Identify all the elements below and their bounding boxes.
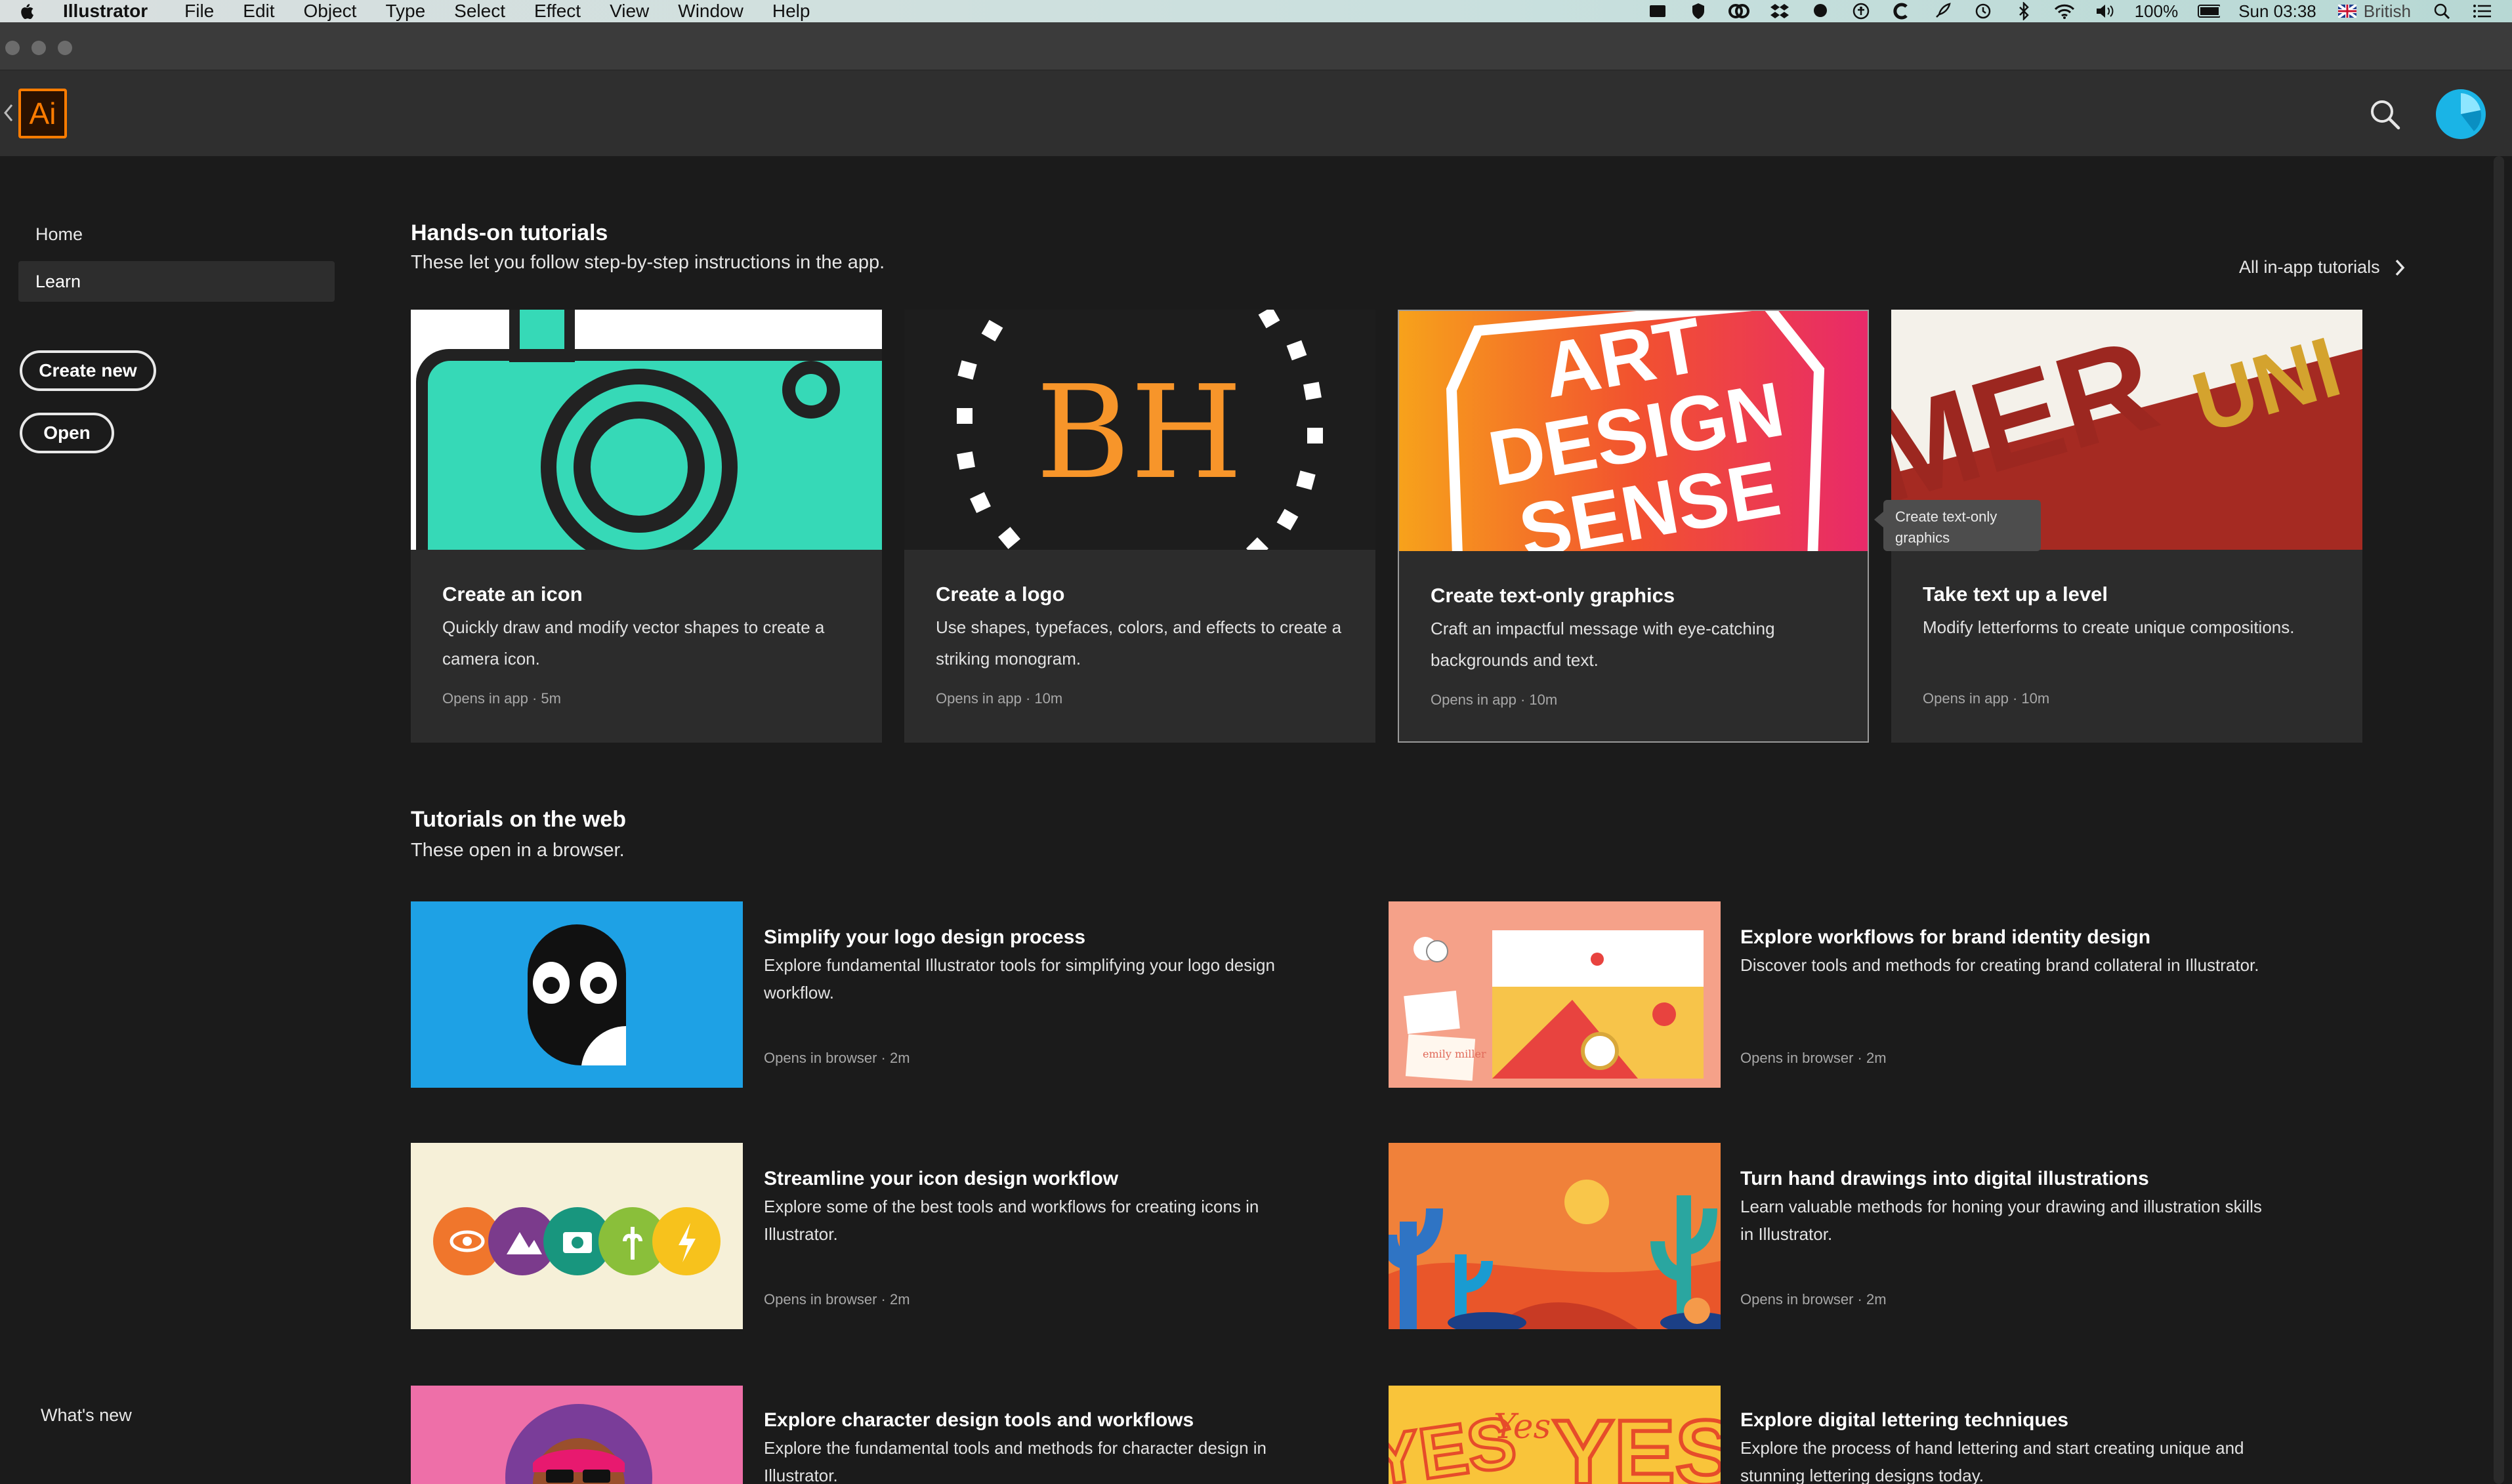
whats-new-link[interactable]: What's new	[41, 1405, 132, 1426]
tutorial-card-create-logo[interactable]: BH Create a logo Use shapes, typefaces, …	[904, 310, 1375, 743]
hands-on-title: Hands-on tutorials	[411, 220, 608, 245]
battery-percent: 100%	[2134, 1, 2179, 21]
card-meta: Opens in app · 5m	[442, 690, 561, 707]
web-item-meta: Opens in browser · 2m	[1740, 1050, 1887, 1066]
card-meta: Opens in app · 10m	[1431, 691, 1558, 708]
chevron-left-icon[interactable]	[3, 101, 14, 125]
web-item-description: Explore the fundamental tools and method…	[764, 1438, 1267, 1484]
shield-icon[interactable]	[1687, 1, 1709, 21]
art-design-sense-thumbnail: ART DESIGN SENSE	[1399, 311, 1868, 551]
dropbox-icon[interactable]	[1769, 1, 1791, 21]
web-item-description: Discover tools and methods for creating …	[1740, 955, 2259, 975]
lettering-yes-thumbnail[interactable]: YES Yes YES	[1389, 1386, 1721, 1484]
card-description: Quickly draw and modify vector shapes to…	[442, 617, 825, 669]
sidebar-item-home[interactable]: Home	[35, 224, 83, 245]
card-title: Create an icon	[442, 583, 583, 606]
minimize-window-button[interactable]	[31, 41, 46, 55]
create-new-button[interactable]: Create new	[20, 350, 156, 391]
card-description: Use shapes, typefaces, colors, and effec…	[936, 617, 1342, 669]
hands-on-subtitle: These let you follow step-by-step instru…	[411, 252, 885, 273]
card-meta: Opens in app · 10m	[936, 690, 1063, 707]
bluetooth-icon[interactable]	[2013, 1, 2035, 21]
web-item-description: Learn valuable methods for honing your d…	[1740, 1197, 2262, 1244]
owl-logo-thumbnail[interactable]	[411, 901, 743, 1088]
clock[interactable]: Sun 03:38	[2238, 1, 2316, 22]
menu-view[interactable]: View	[610, 1, 649, 22]
card-description: Modify letterforms to create unique comp…	[1923, 617, 2295, 637]
svg-text:Yes: Yes	[1494, 1407, 1551, 1447]
illustrator-logo[interactable]: Ai	[18, 89, 67, 138]
menu-object[interactable]: Object	[304, 1, 357, 22]
time-machine-icon[interactable]	[1972, 1, 1994, 21]
bh-monogram-text: BH	[1036, 358, 1243, 508]
web-tutorials-title: Tutorials on the web	[411, 807, 627, 832]
menu-effect[interactable]: Effect	[534, 1, 581, 22]
window-titlebar	[0, 22, 2512, 71]
web-item-title[interactable]: Explore workflows for brand identity des…	[1740, 926, 2150, 949]
notification-center-icon[interactable]	[2471, 1, 2494, 21]
scrollbar[interactable]	[2494, 156, 2504, 1484]
close-window-button[interactable]	[5, 41, 20, 55]
avatar[interactable]	[2436, 89, 2486, 139]
web-item-meta: Opens in browser · 2m	[764, 1050, 910, 1066]
thumb-emily-miller: emily miller	[1423, 1048, 1486, 1060]
thumb-yes-text: YES	[1553, 1401, 1721, 1484]
menu-select[interactable]: Select	[454, 1, 505, 22]
open-button[interactable]: Open	[20, 413, 114, 453]
menu-type[interactable]: Type	[385, 1, 425, 22]
creative-cloud-icon[interactable]	[1728, 1, 1750, 21]
app-header	[0, 71, 2512, 156]
input-source[interactable]: British	[2364, 1, 2411, 22]
camera-thumbnail	[411, 310, 882, 550]
web-item-title[interactable]: Streamline your icon design workflow	[764, 1168, 1118, 1190]
web-item-meta: Opens in browser · 2m	[1740, 1291, 1887, 1308]
icon-circles-thumbnail[interactable]	[411, 1143, 743, 1329]
web-item-title[interactable]: Explore digital lettering techniques	[1740, 1409, 2068, 1432]
c-logo-icon[interactable]	[1891, 1, 1913, 21]
tutorial-card-create-icon[interactable]: Create an icon Quickly draw and modify v…	[411, 310, 882, 743]
all-in-app-tutorials-label: All in-app tutorials	[2239, 257, 2380, 277]
web-item-description: Explore fundamental Illustrator tools fo…	[764, 955, 1275, 1002]
desert-illustration-thumbnail[interactable]	[1389, 1143, 1721, 1329]
card-meta: Opens in app · 10m	[1923, 690, 2050, 707]
uk-flag-icon[interactable]	[2336, 1, 2358, 21]
zoom-window-button[interactable]	[58, 41, 72, 55]
card-title: Take text up a level	[1923, 583, 2108, 606]
rocket-icon[interactable]	[1931, 1, 1954, 21]
web-item-title[interactable]: Turn hand drawings into digital illustra…	[1740, 1168, 2149, 1190]
accessibility-icon[interactable]	[1850, 1, 1872, 21]
web-item-description: Explore the process of hand lettering an…	[1740, 1438, 2244, 1484]
sidebar-item-learn-label[interactable]: Learn	[35, 272, 81, 292]
menu-app-name[interactable]: Illustrator	[63, 1, 148, 22]
wifi-icon[interactable]	[2053, 1, 2076, 21]
web-item-title[interactable]: Explore character design tools and workf…	[764, 1409, 1194, 1432]
macos-menubar: Illustrator File Edit Object Type Select…	[0, 0, 2512, 22]
menu-file[interactable]: File	[184, 1, 214, 22]
tooltip: Create text-only graphics	[1874, 500, 2041, 551]
spotlight-search-icon[interactable]	[2431, 1, 2453, 21]
menu-edit[interactable]: Edit	[243, 1, 274, 22]
volume-icon[interactable]	[2094, 1, 2116, 21]
tutorial-card-text-only-graphics[interactable]: ART DESIGN SENSE Create text-only graphi…	[1398, 310, 1869, 743]
character-design-thumbnail[interactable]	[411, 1386, 743, 1484]
menu-window[interactable]: Window	[678, 1, 743, 22]
brand-identity-thumbnail[interactable]: emily miller	[1389, 901, 1721, 1088]
menu-help[interactable]: Help	[772, 1, 810, 22]
web-item-description: Explore some of the best tools and workf…	[764, 1197, 1259, 1244]
search-icon[interactable]	[2369, 98, 2402, 131]
speech-bubble-icon[interactable]	[1809, 1, 1832, 21]
card-title: Create text-only graphics	[1431, 584, 1675, 607]
card-description: Craft an impactful message with eye-catc…	[1431, 619, 1775, 670]
web-item-meta: Opens in browser · 2m	[764, 1291, 910, 1308]
web-item-title[interactable]: Simplify your logo design process	[764, 926, 1085, 949]
web-tutorials-subtitle: These open in a browser.	[411, 840, 625, 861]
chevron-right-icon	[2395, 259, 2404, 276]
all-in-app-tutorials-link[interactable]: All in-app tutorials	[2239, 257, 2406, 278]
apple-menu-icon[interactable]	[17, 1, 43, 21]
monogram-thumbnail: BH	[904, 310, 1375, 550]
card-title: Create a logo	[936, 583, 1065, 606]
notification-icon[interactable]	[1646, 1, 1669, 21]
battery-icon[interactable]	[2198, 1, 2221, 21]
